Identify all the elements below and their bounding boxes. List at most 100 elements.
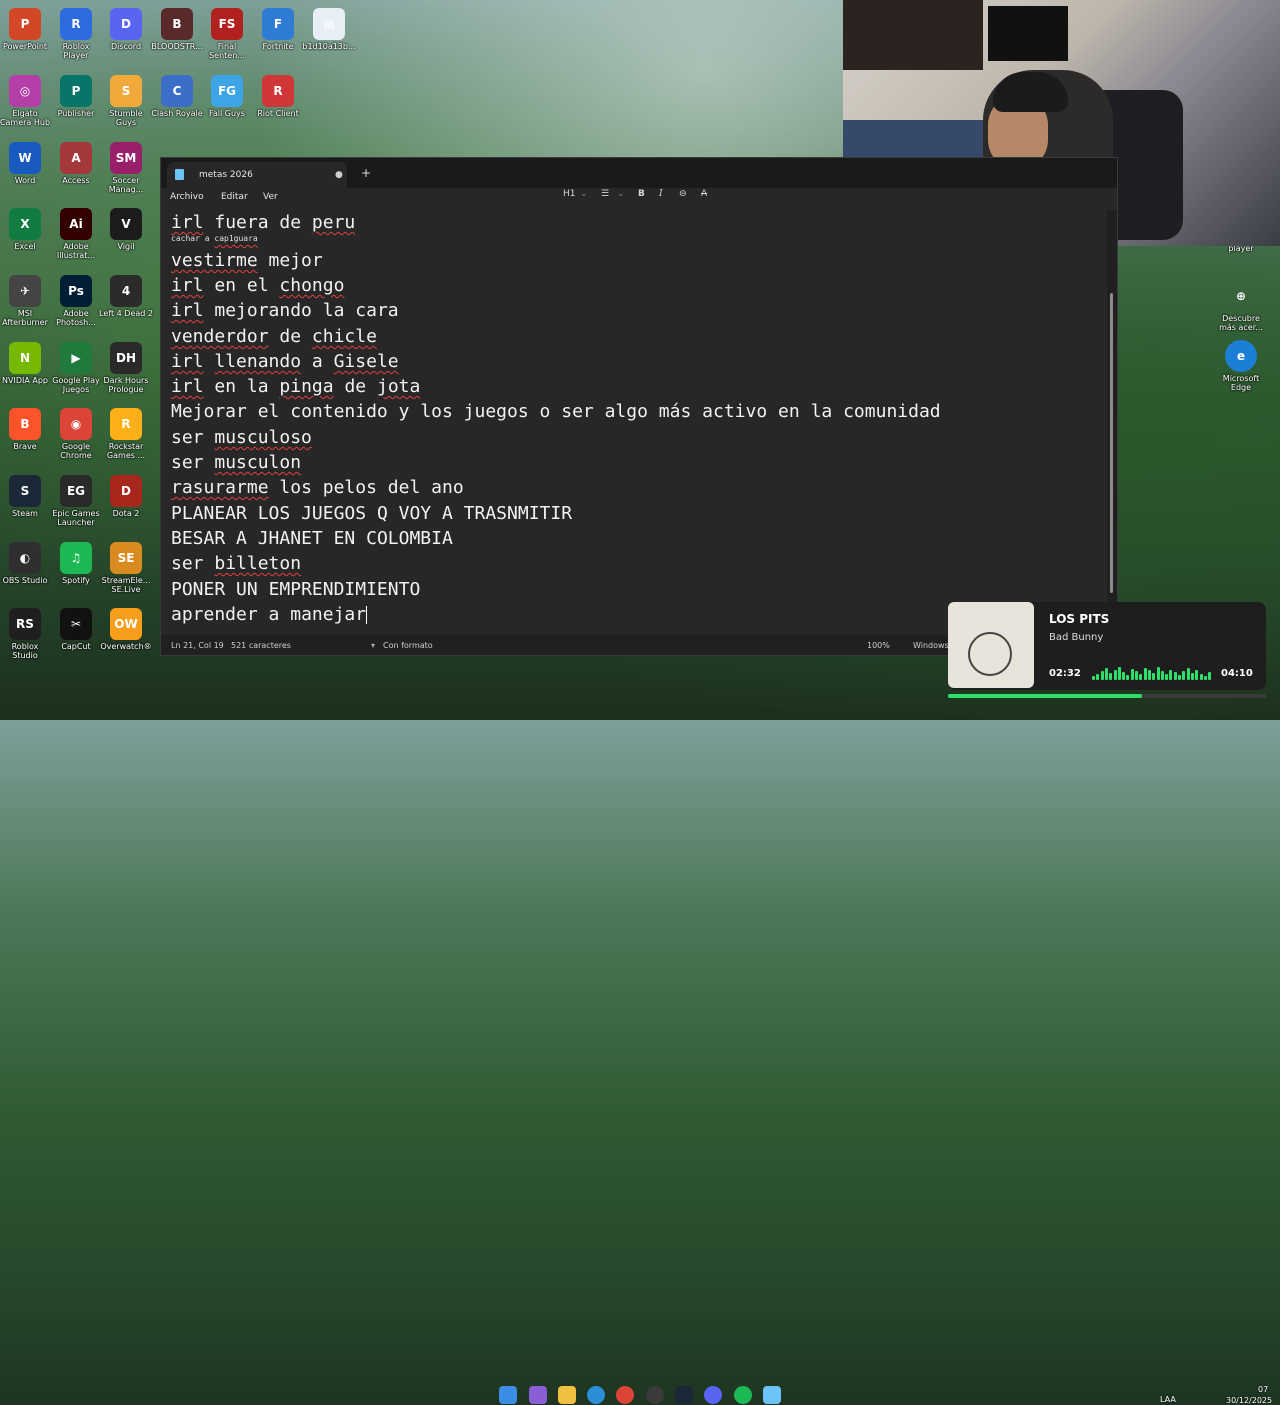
text-line[interactable]: ser billeton (171, 553, 301, 574)
file-explorer-icon[interactable] (558, 1386, 576, 1404)
text-line[interactable]: ser musculoso (171, 427, 312, 448)
clock-date[interactable]: 30/12/2025 (1226, 1396, 1272, 1405)
steam-icon[interactable] (675, 1386, 693, 1404)
desktop-icon-streamele-se-live[interactable]: SE StreamEle... SE.Live (99, 542, 153, 594)
zoom-level[interactable]: 100% (867, 641, 890, 650)
desktop-icon-left-4-dead-2[interactable]: 4 Left 4 Dead 2 (99, 275, 153, 318)
text-line[interactable]: irl fuera de peru (171, 212, 355, 233)
notepad-icon[interactable] (763, 1386, 781, 1404)
desktop-icon-b1d10a13b[interactable]: ▤ b1d10a13b... (302, 8, 356, 51)
desktop-icon-label: PowerPoint (2, 42, 48, 51)
text-line[interactable]: aprender a manejar (171, 604, 368, 625)
desktop-icon-discord[interactable]: D Discord (99, 8, 153, 51)
text-line[interactable]: irl mejorando la cara (171, 300, 399, 321)
text-line[interactable]: venderdor de chicle (171, 326, 377, 347)
desktop-icon-powerpoint[interactable]: P PowerPoint (0, 8, 52, 51)
desktop-icon-adobe-illustrat[interactable]: Ai Adobe Illustrat... (49, 208, 103, 260)
start-icon[interactable] (499, 1386, 517, 1404)
chevron-down-icon[interactable]: ⌄ (580, 189, 588, 199)
desktop-icon-steam[interactable]: S Steam (0, 475, 52, 518)
text-line[interactable]: irl llenando a Gisele (171, 351, 399, 372)
spotify-icon[interactable] (734, 1386, 752, 1404)
text-line[interactable]: cachar a cap1guara (171, 234, 258, 243)
text-line[interactable]: PONER UN EMPRENDIMIENTO (171, 579, 420, 600)
desktop-icon-microsoft-edge[interactable]: e Microsoft Edge (1214, 340, 1268, 392)
desktop-icon-final-senten[interactable]: FS Final Senten... (200, 8, 254, 60)
desktop-icon-brave[interactable]: B Brave (0, 408, 52, 451)
text-line[interactable]: irl en la pinga de jota (171, 376, 420, 397)
desktop-icon-access[interactable]: A Access (49, 142, 103, 185)
desktop-icon-fortnite[interactable]: F Fortnite (251, 8, 305, 51)
desktop-icon-spotify[interactable]: ♫ Spotify (49, 542, 103, 585)
desktop-icon-rockstar-games[interactable]: R Rockstar Games ... (99, 408, 153, 460)
text-line[interactable]: rasurarme los pelos del ano (171, 477, 464, 498)
desktop-icon-soccer-manag[interactable]: SM Soccer Manag... (99, 142, 153, 194)
unsaved-dot-icon[interactable]: ● (335, 170, 343, 180)
desktop-icon-google-chrome[interactable]: ◉ Google Chrome (49, 408, 103, 460)
desktop-icon-capcut[interactable]: ✂ CapCut (49, 608, 103, 651)
clear-format-icon[interactable]: A (701, 189, 707, 199)
desktop-icon-overwatch[interactable]: OW Overwatch® (99, 608, 153, 651)
clock-time[interactable]: 07 (1258, 1385, 1268, 1394)
app-icon: S (9, 475, 41, 507)
text-caret (366, 606, 368, 624)
desktop-icon-fall-guys[interactable]: FG Fall Guys (200, 75, 254, 118)
desktop-icon-elgato-camera-hub[interactable]: ◎ Elgato Camera Hub (0, 75, 52, 127)
visualizer-bar (1178, 675, 1181, 680)
input-language[interactable]: LAA (1160, 1395, 1176, 1404)
desktop-icon-label: Rockstar Games ... (106, 442, 146, 460)
desktop-icon-clash-royale[interactable]: C Clash Royale (150, 75, 204, 118)
desktop-icon-riot-client[interactable]: R Riot Client (251, 75, 305, 118)
desktop-icon-bloodstr[interactable]: B BLOODSTR... (150, 8, 204, 51)
discord-icon[interactable] (704, 1386, 722, 1404)
copilot-icon[interactable] (529, 1386, 547, 1404)
menu-editar[interactable]: Editar (221, 192, 248, 202)
desktop-icon-adobe-photosh[interactable]: Ps Adobe Photosh... (49, 275, 103, 327)
text-line[interactable]: vestirme mejor (171, 250, 323, 271)
bold-button[interactable]: B (638, 189, 645, 199)
obs-icon[interactable] (646, 1386, 664, 1404)
line-ending[interactable]: Windows (913, 641, 949, 650)
visualizer-bar (1186, 668, 1190, 680)
menu-ver[interactable]: Ver (263, 192, 278, 202)
desktop-icon-google-play-juegos[interactable]: ▶ Google Play Juegos (49, 342, 103, 394)
desktop-icon-word[interactable]: W Word (0, 142, 52, 185)
link-icon[interactable]: ⊖ (679, 189, 687, 199)
now-playing-widget[interactable]: LOS PITS Bad Bunny 02:32 04:10 (948, 602, 1266, 690)
visualizer-bar (1139, 674, 1143, 680)
desktop-icon-descubre-m-s-acer[interactable]: ⊕ Descubre más acer... (1214, 280, 1268, 332)
desktop-icon-dota-2[interactable]: D Dota 2 (99, 475, 153, 518)
desktop-icon-nvidia-app[interactable]: N NVIDIA App (0, 342, 52, 385)
menu-archivo[interactable]: Archivo (170, 192, 204, 202)
italic-button[interactable]: I (659, 189, 663, 199)
desktop-icon-msi-afterburner[interactable]: ✈ MSI Afterburner (0, 275, 52, 327)
text-line[interactable]: BESAR A JHANET EN COLOMBIA (171, 528, 453, 549)
text-line[interactable]: ser musculon (171, 452, 301, 473)
desktop-icon-vigil[interactable]: V Vigil (99, 208, 153, 251)
visualizer-bar (1122, 672, 1126, 680)
text-editor[interactable]: irl fuera de peru cachar a cap1guara vesti… (161, 210, 1107, 635)
desktop-icon-stumble-guys[interactable]: S Stumble Guys (99, 75, 153, 127)
desktop-icon-roblox-studio[interactable]: RS Roblox Studio (0, 608, 52, 660)
text-line[interactable]: irl en el chongo (171, 275, 344, 296)
chrome-icon[interactable] (616, 1386, 634, 1404)
heading-button[interactable]: H1 (563, 189, 576, 199)
text-line[interactable]: PLANEAR LOS JUEGOS Q VOY A TRASNMITIR (171, 503, 572, 524)
tab-metas[interactable]: metas 2026 ● (167, 162, 347, 188)
app-icon: OW (110, 608, 142, 640)
desktop-icon-obs-studio[interactable]: ◐ OBS Studio (0, 542, 52, 585)
vertical-scrollbar[interactable] (1110, 293, 1113, 593)
visualizer-bar (1208, 672, 1212, 680)
edge-icon[interactable] (587, 1386, 605, 1404)
text-line[interactable]: Mejorar el contenido y los juegos o ser … (171, 401, 941, 422)
desktop-icon-epic-games-launcher[interactable]: EG Epic Games Launcher (49, 475, 103, 527)
desktop-icon-publisher[interactable]: P Publisher (49, 75, 103, 118)
new-tab-button[interactable]: + (361, 166, 371, 180)
app-icon: B (161, 8, 193, 40)
desktop-icon-dark-hours-prologue[interactable]: DH Dark Hours Prologue (99, 342, 153, 394)
format-mode[interactable]: Con formato (383, 641, 433, 650)
desktop-icon-roblox-player[interactable]: R Roblox Player (49, 8, 103, 60)
list-icon[interactable]: ☰ (601, 189, 609, 199)
desktop-icon-excel[interactable]: X Excel (0, 208, 52, 251)
chevron-down-icon[interactable]: ⌄ (617, 189, 625, 199)
